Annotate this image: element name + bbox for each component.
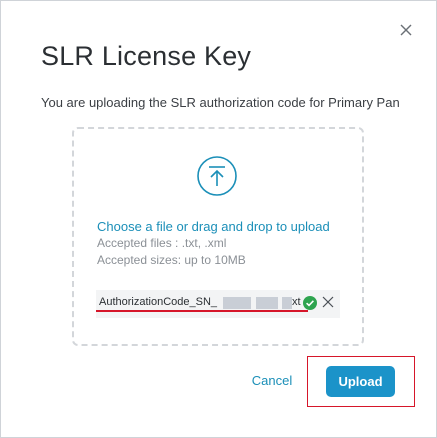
close-icon[interactable] xyxy=(397,21,415,39)
redacted-block xyxy=(256,297,278,309)
remove-file-icon[interactable] xyxy=(322,296,334,308)
accepted-sizes-text: Accepted sizes: up to 10MB xyxy=(97,253,246,267)
accepted-files-text: Accepted files : .txt, .xml xyxy=(97,236,227,250)
check-circle-icon xyxy=(303,296,317,310)
file-name-prefix: AuthorizationCode_SN_ xyxy=(99,296,218,308)
dropzone-prompt-link[interactable]: Choose a file or drag and drop to upload xyxy=(97,219,330,234)
upload-button[interactable]: Upload xyxy=(326,366,395,397)
upload-icon[interactable] xyxy=(196,155,238,197)
slr-license-dialog: SLR License Key You are uploading the SL… xyxy=(0,0,437,438)
redacted-block xyxy=(282,297,292,309)
annotation-underline xyxy=(96,310,308,312)
cancel-button[interactable]: Cancel xyxy=(247,371,297,391)
dialog-subtitle: You are uploading the SLR authorization … xyxy=(41,95,400,110)
file-name-suffix: xt xyxy=(292,296,301,308)
redacted-block xyxy=(223,297,251,309)
dialog-title: SLR License Key xyxy=(41,41,252,71)
